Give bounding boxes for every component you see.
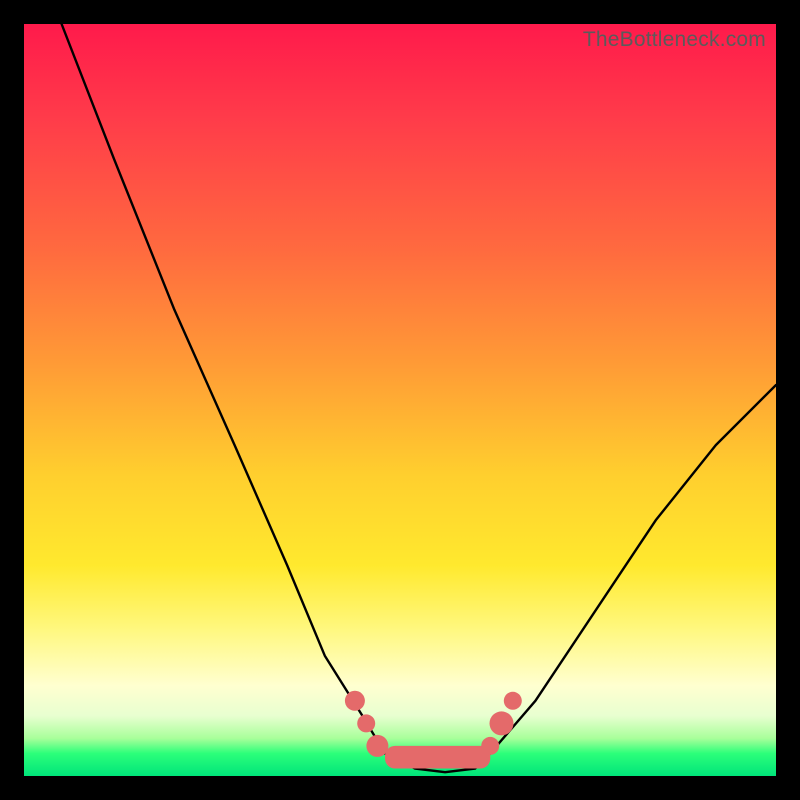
valley-pill: [385, 746, 490, 769]
chart-svg: [24, 24, 776, 776]
valley-marker: [345, 691, 365, 711]
chart-plot-area: TheBottleneck.com: [24, 24, 776, 776]
valley-marker: [490, 711, 514, 735]
valley-marker: [504, 692, 522, 710]
valley-marker: [366, 735, 388, 757]
chart-stage: TheBottleneck.com: [0, 0, 800, 800]
curve-right-branch: [490, 385, 776, 753]
curve-left-branch: [62, 24, 385, 753]
curve-lines: [62, 24, 776, 772]
valley-marker: [357, 714, 375, 732]
